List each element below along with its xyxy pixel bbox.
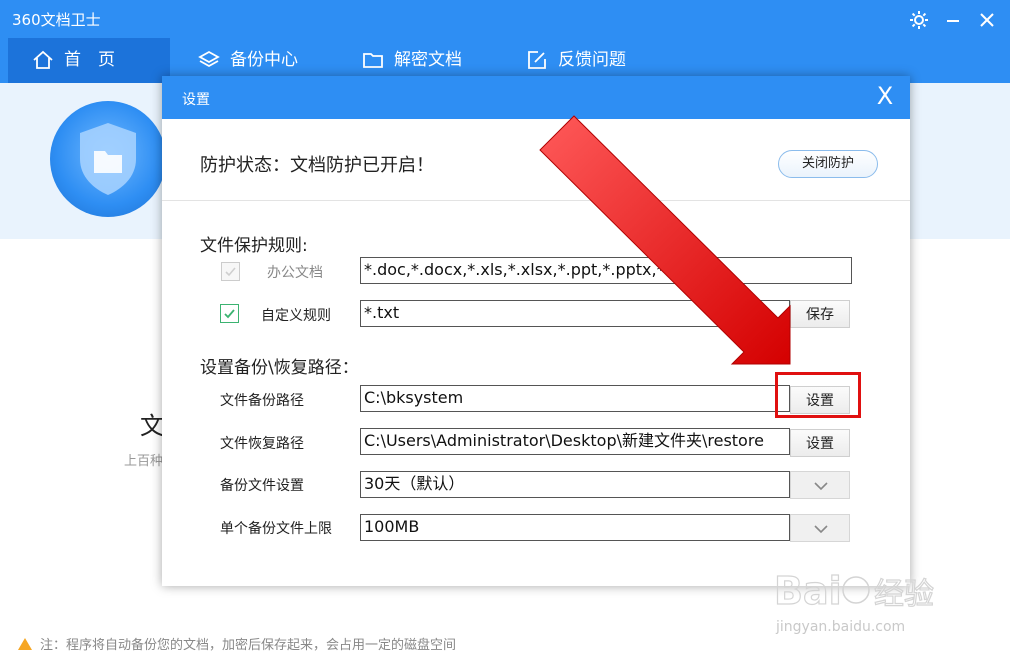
custom-rule-checkbox[interactable] xyxy=(220,304,239,323)
chevron-down-icon xyxy=(814,482,828,491)
dialog-close-button[interactable]: X xyxy=(870,82,900,110)
edit-icon xyxy=(528,51,546,69)
folder-icon xyxy=(363,53,383,68)
settings-dialog: 设置 X 防护状态：文档防护已开启！ 关闭防护 文件保护规则: 办公文档 *.d… xyxy=(162,76,910,586)
backup-path-label: 文件备份路径 xyxy=(220,393,304,409)
dialog-header: 设置 X xyxy=(162,76,910,119)
restore-path-label: 文件恢复路径 xyxy=(220,436,304,452)
rules-section-title: 文件保护规则: xyxy=(200,236,308,256)
close-protection-button[interactable]: 关闭防护 xyxy=(778,150,878,178)
save-rule-button[interactable]: 保存 xyxy=(790,300,850,328)
nav-home[interactable]: 首 页 xyxy=(8,38,170,83)
settings-gear-icon[interactable] xyxy=(904,4,934,32)
office-docs-label: 办公文档 xyxy=(267,265,323,281)
backup-path-field[interactable]: C:\bksystem xyxy=(360,385,790,412)
restore-path-field[interactable]: C:\Users\Administrator\Desktop\新建文件夹\res… xyxy=(360,428,790,455)
custom-rule-field[interactable]: *.txt xyxy=(360,300,790,327)
background-subtitle: 上百种 xyxy=(124,454,164,469)
footer-note: 注：程序将自动备份您的文档，加密后保存起来，会占用一定的磁盘空间 xyxy=(18,634,456,653)
custom-rule-label: 自定义规则 xyxy=(261,308,331,324)
window-close-button[interactable] xyxy=(972,4,1002,32)
retention-label: 备份文件设置 xyxy=(220,478,304,494)
nav-home-label: 首 页 xyxy=(64,50,115,70)
chevron-down-icon xyxy=(814,525,828,534)
minimize-button[interactable] xyxy=(938,4,968,32)
warning-icon xyxy=(18,638,32,650)
size-limit-label: 单个备份文件上限 xyxy=(220,521,332,537)
check-icon xyxy=(224,309,235,319)
home-icon xyxy=(33,50,53,69)
divider xyxy=(162,200,910,201)
title-bar: 360文档卫士 xyxy=(0,0,1010,38)
footer-note-text: 注：程序将自动备份您的文档，加密后保存起来，会占用一定的磁盘空间 xyxy=(40,638,457,653)
size-limit-dropdown-button[interactable] xyxy=(790,514,850,542)
nav-decrypt-label: 解密文档 xyxy=(394,50,462,70)
dialog-title: 设置 xyxy=(182,92,210,108)
app-title: 360文档卫士 xyxy=(12,11,101,29)
retention-select[interactable]: 30天（默认） xyxy=(360,471,790,498)
retention-dropdown-button[interactable] xyxy=(790,471,850,499)
watermark-url: jingyan.baidu.com xyxy=(776,619,906,635)
paths-section-title: 设置备份\恢复路径： xyxy=(200,358,359,378)
nav-backup-label: 备份中心 xyxy=(230,50,298,70)
baidu-watermark-logo: Bai 经验 xyxy=(773,568,934,613)
office-docs-extensions-field[interactable]: *.doc,*.docx,*.xls,*.xlsx,*.ppt,*.pptx,*… xyxy=(360,257,852,284)
nav-feedback-label: 反馈问题 xyxy=(558,50,626,70)
office-docs-checkbox[interactable] xyxy=(221,262,240,281)
size-limit-select[interactable]: 100MB xyxy=(360,514,790,541)
background-title: 文 xyxy=(140,412,164,440)
protection-status: 防护状态：文档防护已开启！ xyxy=(200,155,434,176)
shield-badge-icon xyxy=(50,101,166,217)
svg-text:Bai: Bai xyxy=(774,569,842,613)
layers-icon xyxy=(198,50,220,68)
check-icon xyxy=(225,267,236,277)
restore-path-set-button[interactable]: 设置 xyxy=(790,429,850,457)
svg-text:经验: 经验 xyxy=(874,577,934,612)
highlight-box xyxy=(775,372,861,418)
